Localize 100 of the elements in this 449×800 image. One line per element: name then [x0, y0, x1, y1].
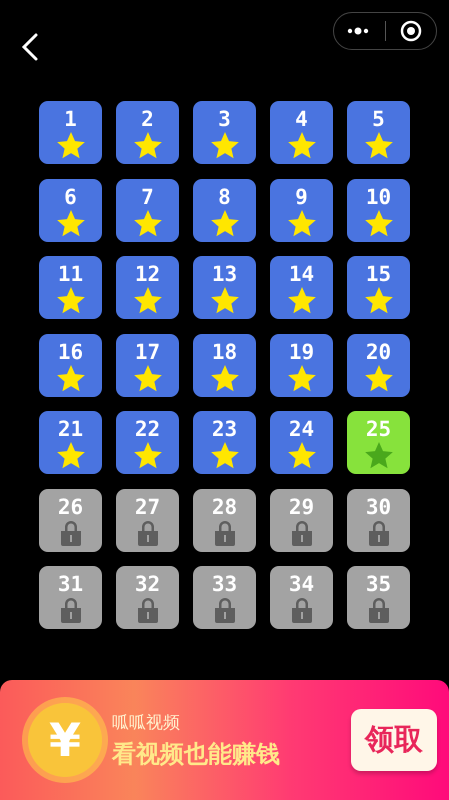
lock-icon [136, 520, 158, 546]
star-icon [288, 287, 316, 314]
level-number: 26 [58, 494, 84, 520]
level-tile[interactable]: 7 [116, 178, 179, 242]
level-tile[interactable]: 15 [347, 256, 410, 319]
star-icon [364, 210, 392, 236]
level-number: 28 [212, 494, 238, 520]
lock-icon [214, 520, 236, 546]
level-tile[interactable]: 35 [347, 566, 410, 629]
level-tile[interactable]: 33 [193, 566, 256, 629]
star-icon [56, 442, 84, 469]
level-number: 15 [366, 261, 392, 287]
level-tile[interactable]: 1 [39, 101, 102, 164]
level-tile[interactable]: 30 [347, 488, 410, 552]
level-number: 18 [212, 338, 238, 364]
star-icon [210, 442, 238, 469]
level-number: 10 [366, 184, 392, 210]
star-icon [364, 364, 392, 392]
back-icon[interactable] [20, 32, 40, 62]
level-number: 24 [288, 416, 314, 442]
lock-icon [214, 597, 236, 623]
level-tile[interactable]: 9 [270, 178, 333, 242]
level-number: 32 [134, 571, 160, 597]
level-number: 1 [64, 106, 77, 132]
level-tile[interactable]: 28 [193, 488, 256, 552]
level-tile[interactable]: 10 [347, 178, 410, 242]
star-icon [288, 442, 316, 469]
level-number: 23 [212, 416, 238, 442]
level-number: 6 [64, 184, 77, 210]
level-tile[interactable]: 19 [270, 334, 333, 396]
star-icon [210, 210, 238, 236]
level-number: 22 [134, 416, 160, 442]
level-number: 19 [288, 338, 314, 364]
level-tile[interactable]: 31 [39, 566, 102, 629]
star-icon [364, 287, 392, 314]
claim-button[interactable]: 领取 [351, 709, 437, 771]
coin-icon: ¥ [28, 703, 102, 777]
level-tile[interactable]: 18 [193, 334, 256, 396]
level-tile[interactable]: 11 [39, 256, 102, 319]
level-tile[interactable]: 17 [116, 334, 179, 396]
level-tile[interactable]: 12 [116, 256, 179, 319]
level-tile[interactable]: 16 [39, 334, 102, 396]
star-icon [288, 132, 316, 159]
lock-icon [290, 597, 312, 623]
level-tile[interactable]: 13 [193, 256, 256, 319]
star-icon [288, 210, 316, 236]
star-icon [56, 210, 84, 236]
level-tile[interactable]: 27 [116, 488, 179, 552]
level-tile[interactable]: 8 [193, 178, 256, 242]
level-number: 20 [366, 338, 392, 364]
level-tile[interactable]: 26 [39, 488, 102, 552]
star-icon [56, 132, 84, 159]
level-number: 21 [58, 416, 84, 442]
lock-icon [290, 520, 312, 546]
level-number: 34 [288, 571, 314, 597]
star-icon [210, 132, 238, 159]
star-icon [134, 287, 162, 314]
star-icon [134, 364, 162, 392]
slogan: 看视频也能赚钱 [112, 738, 281, 770]
level-number: 12 [134, 261, 160, 287]
level-number: 2 [141, 106, 154, 132]
level-tile[interactable]: 21 [39, 411, 102, 474]
level-number: 7 [141, 184, 154, 210]
lock-icon [136, 597, 158, 623]
level-tile[interactable]: 5 [347, 101, 410, 164]
star-icon [210, 287, 238, 314]
level-number: 11 [58, 261, 84, 287]
level-tile[interactable]: 2 [116, 101, 179, 164]
level-number: 5 [372, 106, 385, 132]
level-number: 35 [366, 571, 392, 597]
level-tile[interactable]: 32 [116, 566, 179, 629]
level-tile[interactable]: 20 [347, 334, 410, 396]
level-number: 4 [295, 106, 308, 132]
level-number: 25 [366, 416, 392, 442]
level-number: 8 [218, 184, 231, 210]
level-number: 33 [212, 571, 238, 597]
level-tile[interactable]: 6 [39, 178, 102, 242]
level-number: 14 [288, 261, 314, 287]
level-number: 27 [134, 494, 160, 520]
star-icon [210, 364, 238, 392]
level-tile[interactable]: 24 [270, 411, 333, 474]
level-number: 9 [295, 184, 308, 210]
level-tile[interactable]: 34 [270, 566, 333, 629]
star-icon [134, 442, 162, 469]
level-number: 31 [58, 571, 84, 597]
star-icon [134, 210, 162, 236]
level-tile[interactable]: 4 [270, 101, 333, 164]
level-tile[interactable]: 23 [193, 411, 256, 474]
level-tile[interactable]: 14 [270, 256, 333, 319]
lock-icon [60, 597, 82, 623]
level-tile[interactable]: 22 [116, 411, 179, 474]
ad-banner[interactable]: ¥ 呱呱视频 看视频也能赚钱 领取 [0, 680, 449, 800]
level-number: 3 [218, 106, 231, 132]
level-tile[interactable]: 3 [193, 101, 256, 164]
lock-icon [368, 597, 390, 623]
lock-icon [60, 520, 82, 546]
star-icon [56, 287, 84, 314]
star-icon [56, 364, 84, 392]
level-tile[interactable]: 29 [270, 488, 333, 552]
level-number: 16 [58, 338, 84, 364]
